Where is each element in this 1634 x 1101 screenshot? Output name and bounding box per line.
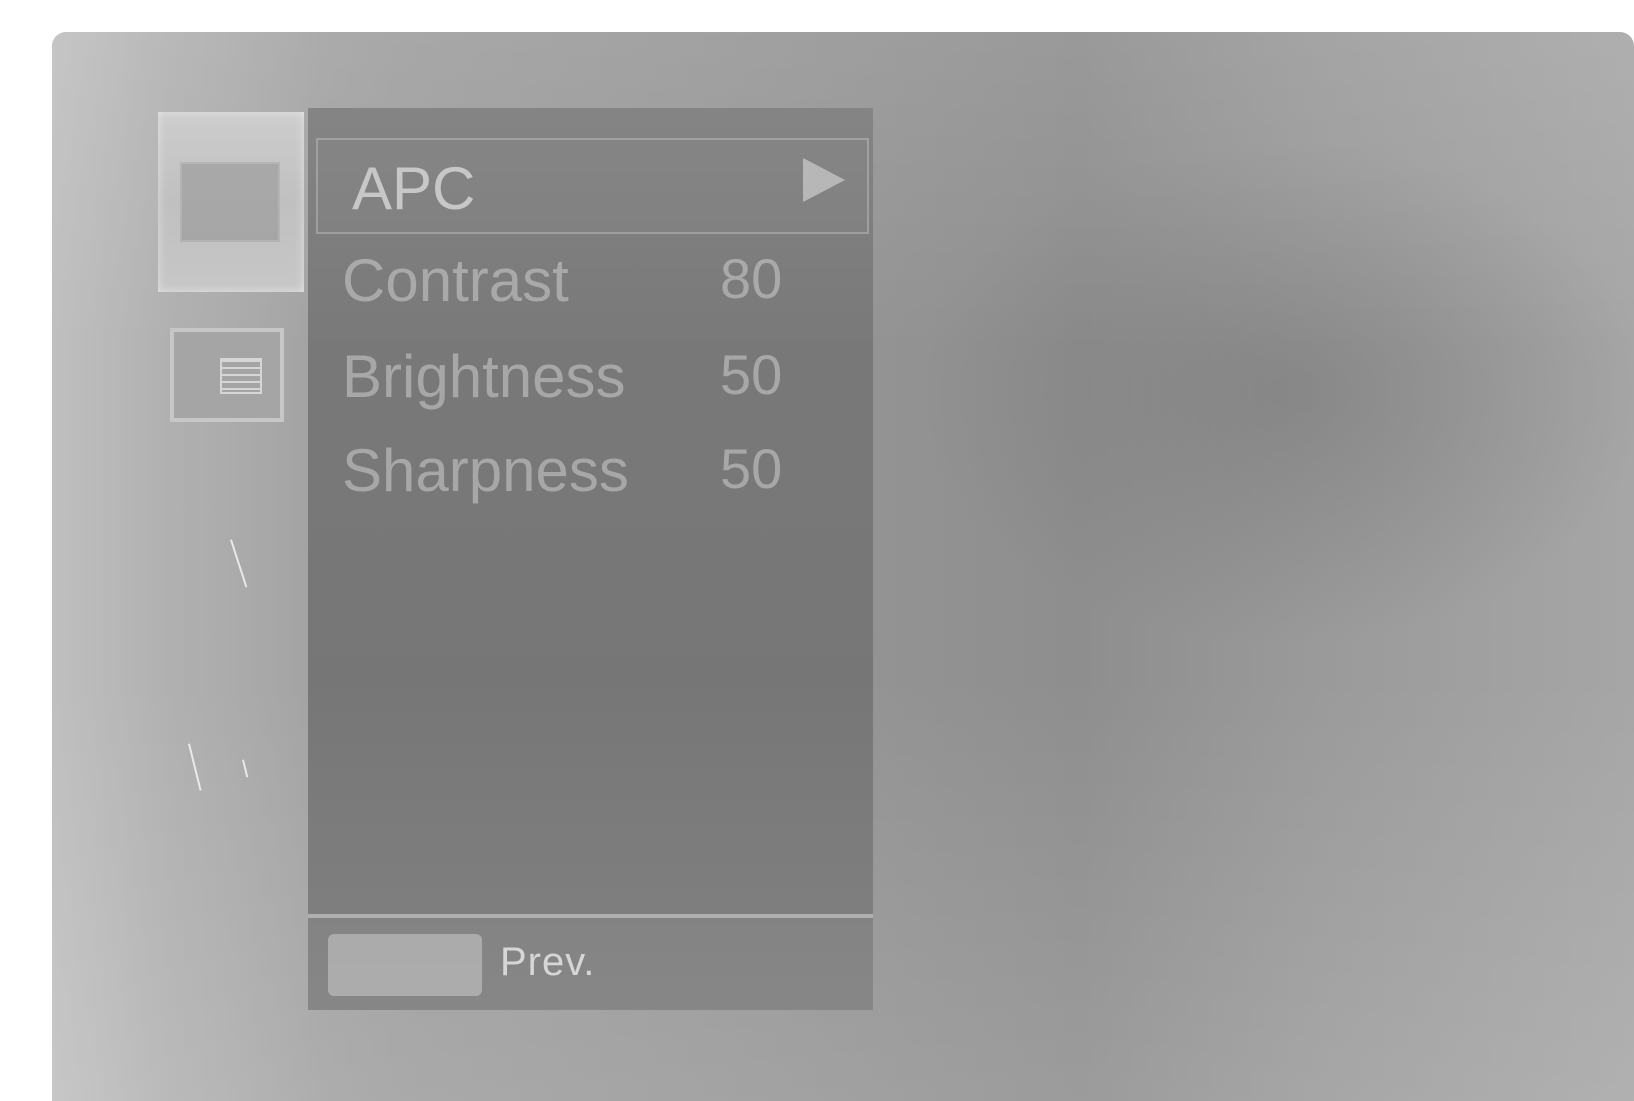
menu-item-label: Brightness [342, 343, 626, 410]
menu-item-sharpness[interactable]: Sharpness 50 [308, 422, 873, 518]
picture-menu: APC Contrast 80 Brightness 50 Sharpness … [308, 108, 873, 916]
menu-item-label: Sharpness [342, 437, 629, 504]
menu-item-label: Contrast [342, 247, 569, 314]
menu-item-value: 80 [720, 247, 783, 310]
menu-item-apc[interactable]: APC [316, 138, 869, 234]
picture-tab[interactable] [158, 112, 304, 292]
menu-item-contrast[interactable]: Contrast 80 [308, 232, 873, 328]
menu-footer: Prev. [308, 918, 873, 1010]
menu-item-value: 50 [720, 437, 783, 500]
list-tab[interactable] [170, 328, 284, 422]
prev-key-button[interactable] [328, 934, 482, 996]
menu-item-value: 50 [720, 343, 783, 406]
right-triangle-arrow-icon [803, 158, 845, 202]
picture-tab-icon [180, 162, 280, 242]
tv-screen: APC Contrast 80 Brightness 50 Sharpness … [52, 32, 1634, 1101]
menu-item-label: APC [352, 155, 476, 222]
prev-label: Prev. [500, 940, 596, 984]
menu-item-brightness[interactable]: Brightness 50 [308, 328, 873, 424]
list-tab-icon [220, 358, 262, 394]
